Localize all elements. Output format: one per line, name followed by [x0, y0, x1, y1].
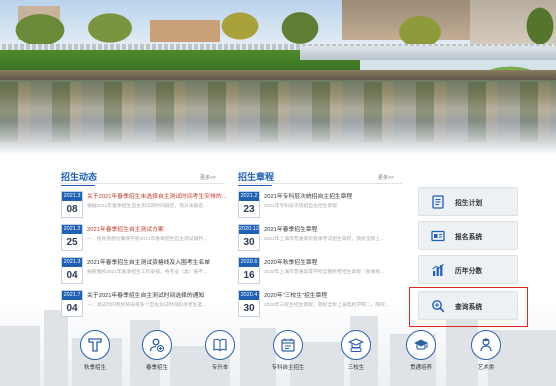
bar-chart-icon	[432, 263, 444, 276]
rules-section-title: 招生章程	[238, 172, 275, 186]
enrollment-plan-button[interactable]: 招生计划	[418, 187, 518, 216]
rules-item[interactable]: 2020.6 16 2020年秋季招生章程 2020年上海市普通高等学校全国统考招…	[238, 257, 408, 285]
news-item-title[interactable]: 关于2021年春季招生未选择自主测试时间考生安排的...	[87, 193, 229, 201]
nav-label: 三校生	[347, 365, 365, 371]
news-item-summary: 根据2021年春季招生自主测试的时间规定，现对未报名...	[87, 204, 208, 209]
rules-more-link[interactable]: 更多>>	[378, 174, 394, 181]
rules-item-title[interactable]: 2021年春季招生章程	[264, 226, 406, 234]
graduation-diploma-icon	[348, 338, 364, 352]
rules-date-badge: 2020.6 16	[238, 257, 260, 284]
nav-label: 专升本	[211, 365, 229, 371]
news-item-title[interactable]: 关于2021年春季招生自主测试时间选择的通知	[87, 292, 229, 300]
artist-icon	[480, 338, 492, 352]
document-list-icon	[432, 195, 444, 209]
news-section-title: 招生动态	[61, 172, 98, 186]
rules-item-title[interactable]: 2021年专科层次统招自主招生章程	[264, 193, 406, 201]
rules-item[interactable]: 2020.12 30 2021年春季招生章程 2021年上海市普通高校春季考试招生…	[238, 224, 408, 252]
rules-title-divider	[238, 183, 402, 184]
news-item[interactable]: 2021.7 04 关于2021年春季招生自主测试时间选择的通知 一、测试时间我校…	[61, 290, 231, 318]
side-button-label: 招生计划	[455, 200, 483, 207]
side-button-label: 报名系统	[455, 234, 483, 241]
rules-item[interactable]: 2020.4 30 2020年“三校生”招生章程 2020年三校生招生章程，我校全…	[238, 290, 408, 318]
rules-date-badge: 2020.12 30	[238, 224, 260, 251]
calendar-icon	[281, 338, 295, 352]
rules-item-title[interactable]: 2020年秋季招生章程	[264, 259, 406, 267]
nav-label: 贯通培养	[409, 365, 432, 371]
news-date-badge: 2021.3 04	[61, 257, 83, 284]
nav-label: 春季招生	[145, 365, 168, 371]
news-item-title[interactable]: 2021年春季招生自主测试方案	[87, 226, 229, 234]
rules-item-title[interactable]: 2020年“三校生”招生章程	[264, 292, 406, 300]
rules-item-summary: 2020年三校生招生章程，我校全称上海电机学院二，院校...	[264, 303, 389, 308]
news-date-badge: 2021.2 25	[61, 224, 83, 251]
historical-scores-button[interactable]: 历年分数	[418, 255, 518, 284]
nav-spring-enrollment[interactable]: 春季招生	[134, 330, 180, 386]
news-item[interactable]: 2021.3 08 关于2021年春季招生未选择自主测试时间考生安排的... 根据…	[61, 191, 231, 219]
rules-date-badge: 2020.4 30	[238, 290, 260, 317]
side-button-label: 历年分数	[455, 268, 483, 275]
nav-college-self-enrollment[interactable]: 专科自主招生	[265, 330, 311, 386]
highlight-box	[409, 287, 528, 327]
rules-item-summary: 2021年上海市普通高校春季考试招生章程，我校全称上...	[264, 237, 385, 242]
nav-label: 专科自主招生	[271, 365, 305, 371]
nav-three-school-students[interactable]: 三校生	[333, 330, 379, 386]
news-title-divider	[61, 183, 225, 184]
news-more-link[interactable]: 更多>>	[200, 174, 216, 181]
nav-integrated-training[interactable]: 贯通培养	[398, 330, 444, 386]
rules-date-badge: 2021.2 23	[238, 191, 260, 218]
t-letter-icon	[88, 338, 102, 352]
news-item-summary: 一、指导思想为确保学校2021年春季招生自主测试顺利...	[87, 237, 208, 242]
rules-item-summary: 2020年上海市普通高等学校全国统考招生章程（秋季统...	[264, 270, 385, 275]
book-icon	[213, 338, 227, 352]
id-card-icon	[431, 230, 445, 242]
person-plus-icon	[149, 338, 165, 353]
news-item-title[interactable]: 2021年春季招生自主测试资格线及入围考生名单	[87, 259, 229, 267]
nav-arts-enrollment[interactable]: 艺术类	[463, 330, 509, 386]
news-item-summary: 按照我校2021年春季招生工作安排，各专业（类）按不...	[87, 270, 208, 275]
rules-item[interactable]: 2021.2 23 2021年专科层次统招自主招生章程 2021年专科层次统招自主…	[238, 191, 408, 219]
news-item[interactable]: 2021.2 25 2021年春季招生自主测试方案 一、指导思想为确保学校2021…	[61, 224, 231, 252]
nav-autumn-enrollment[interactable]: 秋季招生	[72, 330, 118, 386]
nav-label: 艺术类	[477, 365, 495, 371]
news-item[interactable]: 2021.3 04 2021年春季招生自主测试资格线及入围考生名单 按照我校202…	[61, 257, 231, 285]
nav-label: 秋季招生	[83, 365, 106, 371]
rules-item-summary: 2021年专科层次统招自主招生章程	[264, 204, 338, 209]
campus-hero-photo	[0, 0, 556, 155]
registration-system-button[interactable]: 报名系统	[418, 221, 518, 250]
graduation-cap-icon	[414, 339, 428, 350]
news-date-badge: 2021.7 04	[61, 290, 83, 317]
news-date-badge: 2021.3 08	[61, 191, 83, 218]
nav-upgrade-to-bachelor[interactable]: 专升本	[197, 330, 243, 386]
news-item-summary: 一、测试时间我校将安排多个自主测试时间段供考生选...	[87, 303, 207, 308]
